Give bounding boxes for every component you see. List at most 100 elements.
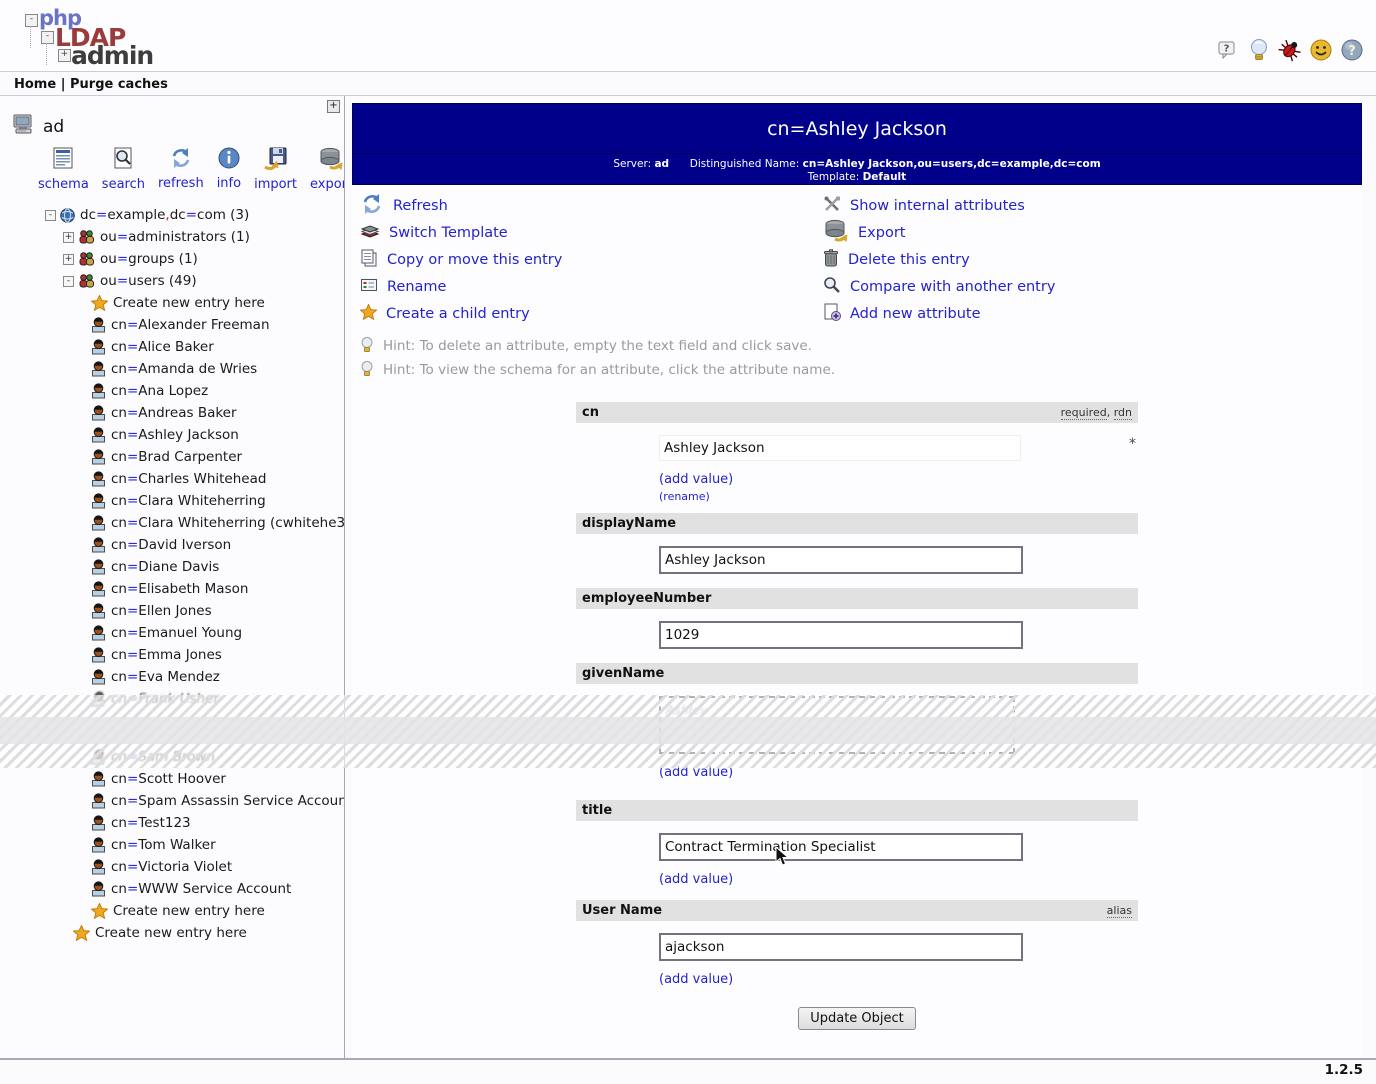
expander-minus-icon[interactable]: - bbox=[45, 210, 56, 221]
tree-item[interactable]: cn=Alexander Freeman bbox=[0, 314, 344, 336]
bug-report-icon[interactable] bbox=[1278, 38, 1302, 62]
action-label: Rename bbox=[387, 279, 446, 295]
tree-item[interactable]: cn=Emanuel Young bbox=[0, 622, 344, 644]
attribute-name[interactable]: displayName bbox=[582, 513, 676, 534]
tree-item[interactable]: cn=WWW Service Account bbox=[0, 878, 344, 900]
action-switch-template[interactable]: Switch Template bbox=[360, 219, 562, 246]
lightbulb-icon[interactable] bbox=[1247, 38, 1271, 62]
tree-item[interactable]: Create new entry here bbox=[0, 922, 344, 944]
title-input[interactable] bbox=[659, 833, 1023, 861]
tree-item[interactable]: cn=Ana Lopez bbox=[0, 380, 344, 402]
tree-item[interactable]: cn=Emma Jones bbox=[0, 644, 344, 666]
add-value-link[interactable]: (add value) bbox=[659, 471, 1138, 488]
action-delete-this-entry[interactable]: Delete this entry bbox=[823, 246, 1055, 273]
tool-refresh[interactable]: refresh bbox=[158, 146, 204, 192]
hint-text: Hint: To delete an attribute, empty the … bbox=[383, 338, 812, 354]
switch-template-icon bbox=[360, 222, 380, 244]
givenName-input-glitched[interactable]: Ashley bbox=[659, 696, 1015, 754]
person-icon bbox=[91, 405, 106, 421]
tool-label: schema bbox=[38, 177, 89, 192]
tree-item[interactable]: cn=Sam Brown bbox=[0, 746, 345, 768]
tree-item[interactable]: -ou=users (49) bbox=[0, 270, 344, 292]
tree-item[interactable]: Create new entry here bbox=[0, 900, 344, 922]
expander-plus-icon[interactable]: + bbox=[63, 232, 74, 243]
tool-schema[interactable]: schema bbox=[38, 146, 89, 192]
add-value-link[interactable]: (add value) bbox=[659, 971, 1138, 988]
attribute-name[interactable]: employeeNumber bbox=[582, 588, 711, 609]
person-icon bbox=[91, 793, 106, 809]
tree-item[interactable]: cn=Frank Usher bbox=[0, 688, 345, 710]
search-icon bbox=[111, 146, 136, 175]
tree-item-label: cn=Andreas Baker bbox=[111, 405, 237, 421]
tree-item[interactable]: cn=Ashley Jackson bbox=[0, 424, 344, 446]
attribute-badges: required, rdn bbox=[1061, 402, 1132, 423]
tool-info[interactable]: info bbox=[217, 146, 241, 192]
tree-item[interactable]: cn=David Iverson bbox=[0, 534, 344, 556]
action-copy-or-move-this-entry[interactable]: Copy or move this entry bbox=[360, 246, 562, 273]
add-value-link[interactable]: (add value) bbox=[659, 764, 1138, 781]
tree-item[interactable]: cn=Spam Assassin Service Account bbox=[0, 790, 344, 812]
action-compare-with-another-entry[interactable]: Compare with another entry bbox=[823, 273, 1055, 300]
update-object-button[interactable]: Update Object bbox=[798, 1007, 916, 1030]
tree-item[interactable]: +ou=groups (1) bbox=[0, 248, 344, 270]
user-name-input[interactable] bbox=[659, 933, 1023, 961]
action-add-new-attribute[interactable]: Add new attribute bbox=[823, 300, 1055, 327]
tree-item-label: cn=Frank Usher bbox=[110, 691, 220, 707]
person-icon bbox=[91, 771, 106, 787]
tree-item-label: cn=Brad Carpenter bbox=[111, 449, 242, 465]
tree-item[interactable]: cn=Test123 bbox=[0, 812, 344, 834]
tree-item[interactable]: cn=Eva Mendez bbox=[0, 666, 344, 688]
tree-item[interactable]: cn=Andreas Baker bbox=[0, 402, 344, 424]
action-export[interactable]: Export bbox=[823, 219, 1055, 246]
cn-value-input[interactable] bbox=[659, 435, 1021, 461]
tree-item[interactable]: Create new entry here bbox=[0, 292, 344, 314]
tool-export[interactable]: export bbox=[310, 146, 345, 192]
attribute-header: cn required, rdn bbox=[576, 402, 1138, 423]
tree-item[interactable]: -dc=example,dc=com (3) bbox=[0, 204, 344, 226]
tree-item-label: cn=Ashley Jackson bbox=[111, 427, 239, 443]
expander-plus-icon[interactable]: + bbox=[63, 254, 74, 265]
server-row[interactable]: ad bbox=[12, 114, 64, 140]
add-value-link[interactable]: (add value) bbox=[659, 871, 1138, 888]
person-icon bbox=[91, 449, 106, 465]
tree-item[interactable]: cn=Diane Davis bbox=[0, 556, 344, 578]
purge-caches-link[interactable]: Purge caches bbox=[70, 77, 168, 92]
action-show-internal-attributes[interactable]: Show internal attributes bbox=[823, 192, 1055, 219]
expand-sidebar-button[interactable]: + bbox=[327, 100, 340, 113]
tree-item[interactable]: +ou=administrators (1) bbox=[0, 226, 344, 248]
action-refresh[interactable]: Refresh bbox=[360, 192, 562, 219]
tree-item[interactable]: cn=Clara Whiteherring bbox=[0, 490, 344, 512]
attribute-name[interactable]: givenName bbox=[582, 663, 664, 684]
attribute-name[interactable]: User Name bbox=[582, 900, 662, 921]
users-icon bbox=[78, 229, 95, 245]
tree-item[interactable]: cn=Amanda de Wries bbox=[0, 358, 344, 380]
rename-link[interactable]: (rename) bbox=[659, 488, 1138, 505]
employeenumber-input[interactable] bbox=[659, 621, 1023, 649]
action-rename[interactable]: Rename bbox=[360, 273, 562, 300]
tree-item[interactable]: cn=Elisabeth Mason bbox=[0, 578, 344, 600]
tree-item[interactable]: cn=Brad Carpenter bbox=[0, 446, 344, 468]
action-create-a-child-entry[interactable]: Create a child entry bbox=[360, 300, 562, 327]
expander-minus-icon[interactable]: - bbox=[63, 276, 74, 287]
attribute-badge: alias bbox=[1107, 904, 1132, 918]
hints: Hint: To delete an attribute, empty the … bbox=[360, 334, 835, 382]
tree-item[interactable]: cn=Ellen Jones bbox=[0, 600, 344, 622]
tree-item[interactable]: cn=Charles Whitehead bbox=[0, 468, 344, 490]
help-icon[interactable]: ? bbox=[1340, 38, 1364, 62]
tree-item-label: cn=Spam Assassin Service Account bbox=[111, 793, 345, 809]
home-link[interactable]: Home bbox=[14, 77, 56, 92]
tree-item[interactable]: cn=Scott Hoover bbox=[0, 768, 344, 790]
tree-item[interactable]: cn=Clara Whiteherring (cwhitehe3) bbox=[0, 512, 344, 534]
tool-search[interactable]: search bbox=[102, 146, 145, 192]
tool-import[interactable]: import bbox=[254, 146, 297, 192]
tree-item[interactable]: cn=Victoria Violet bbox=[0, 856, 344, 878]
tree-item-label: cn=Scott Hoover bbox=[111, 771, 226, 787]
tree-item[interactable]: cn=Tom Walker bbox=[0, 834, 344, 856]
help-bubble-icon[interactable]: ? bbox=[1216, 38, 1240, 62]
smiley-icon[interactable] bbox=[1309, 38, 1333, 62]
tree-item[interactable]: cn=Alice Baker bbox=[0, 336, 344, 358]
displayname-input[interactable] bbox=[659, 546, 1023, 574]
attribute-name[interactable]: title bbox=[582, 800, 612, 821]
attribute-name[interactable]: cn bbox=[582, 402, 599, 423]
tree-item-label: cn=Elisabeth Mason bbox=[111, 581, 248, 597]
